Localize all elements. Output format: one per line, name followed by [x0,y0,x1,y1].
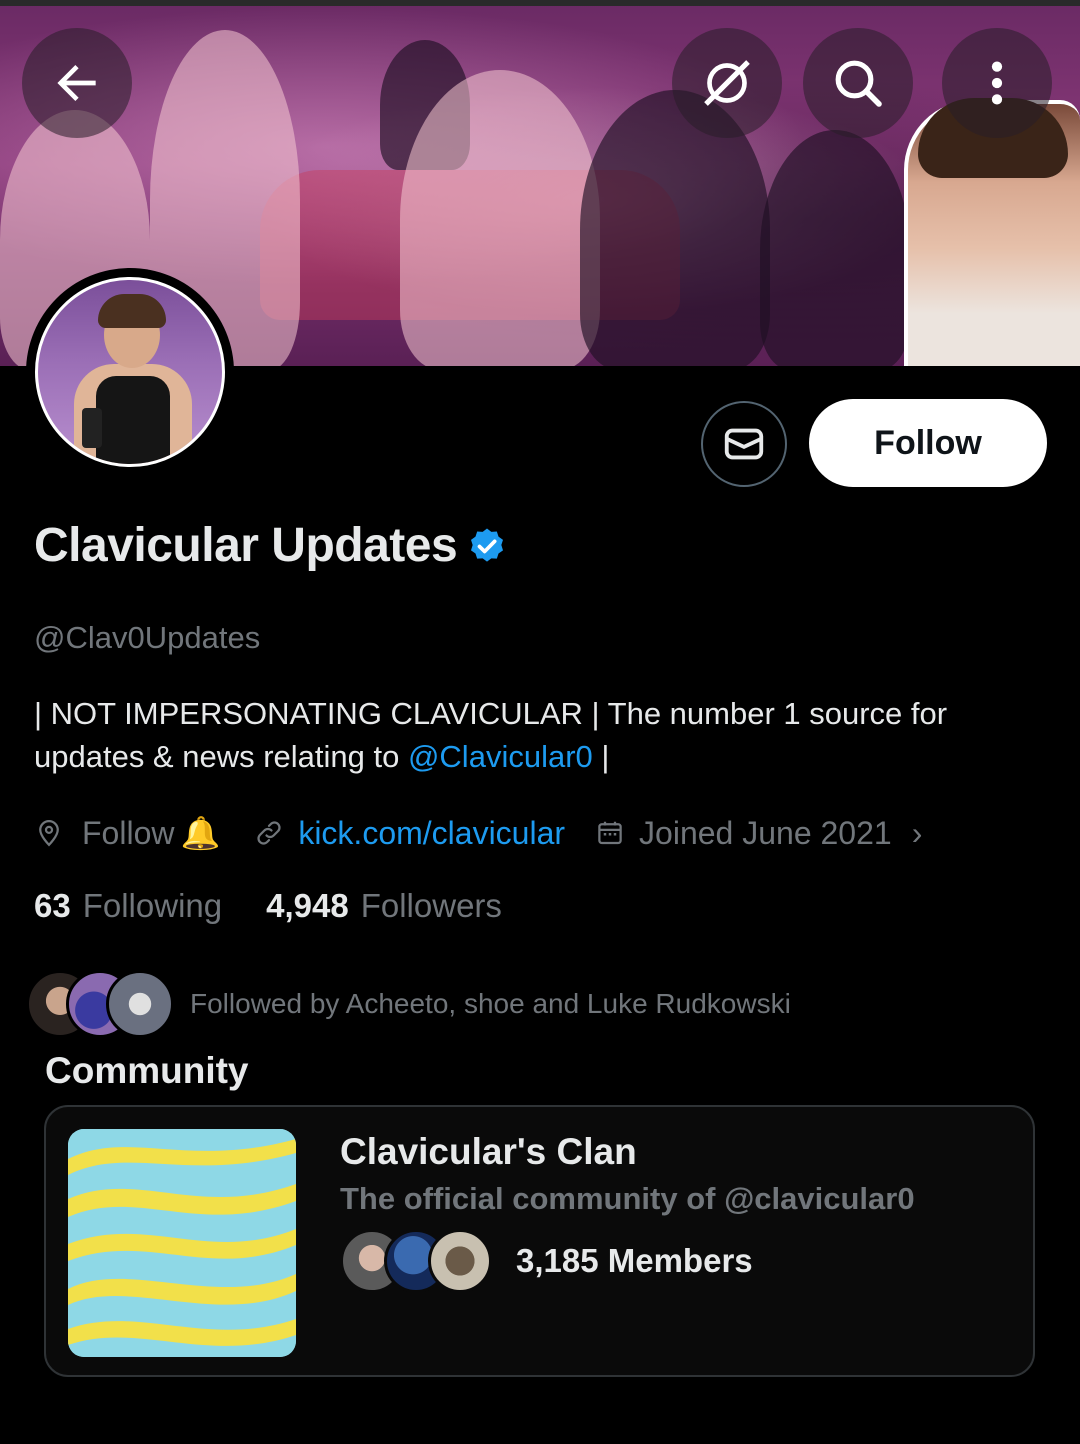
followers-link[interactable]: 4,948 Followers [266,887,502,925]
banner-figure [760,130,910,366]
website-item[interactable]: kick.com/clavicular [254,815,565,852]
location-pin-icon [39,819,59,847]
avatar[interactable] [26,268,234,476]
calendar-icon [598,821,622,845]
community-members-row: 3,185 Members [340,1229,753,1293]
community-member-count: 3,185 Members [516,1242,753,1279]
location-item: Follow 🔔 [34,814,220,852]
banner-figure [400,70,600,366]
avatar-tank-top [96,376,170,464]
followed-by-text: Followed by Acheeto, shoe and Luke Rudko… [190,988,791,1019]
community-description: The official community of @clavicular0 [340,1181,915,1216]
community-card[interactable]: Clavicular's Clan The official community… [44,1105,1035,1377]
search-button[interactable] [803,28,913,138]
following-link[interactable]: 63 Following [34,887,222,925]
avatar-hair [98,294,166,328]
more-vertical-icon [991,61,1003,105]
display-name-row: Clavicular Updates [34,518,507,573]
community-name: Clavicular's Clan [340,1131,637,1172]
avatar-image [35,277,225,467]
follow-stats: 63 Following 4,948 Followers [34,887,502,925]
grok-icon [704,60,750,106]
community-section-title: Community [45,1050,249,1091]
back-button[interactable] [22,28,132,138]
follower-avatar [106,970,174,1038]
follow-button[interactable]: Follow [809,399,1047,487]
bio: | NOT IMPERSONATING CLAVICULAR | The num… [34,692,1044,778]
avatar-phone [82,408,102,448]
following-label: Following [82,887,223,924]
message-button[interactable] [701,401,787,487]
banner-top-strip [0,0,1080,6]
verified-badge-icon[interactable] [467,526,507,566]
search-icon [835,60,882,107]
bell-emoji-icon: 🔔 [180,815,221,851]
link-icon [257,821,281,845]
arrow-left-icon [57,65,96,101]
handle: @Clav0Updates [34,620,261,655]
bio-mention-link[interactable]: @Clavicular0 [408,739,593,774]
profile-page: Follow Clavicular Updates @Clav0Updates … [0,0,1080,1444]
envelope-icon [724,428,764,460]
bio-text-end: | [592,739,610,774]
banner-portrait [904,98,1080,366]
community-image [68,1129,296,1357]
member-avatar [428,1229,492,1293]
display-name: Clavicular Updates [34,519,458,572]
chevron-right-icon: › [911,814,923,851]
website-link[interactable]: kick.com/clavicular [298,815,565,852]
joined-item[interactable]: Joined June 2021 › [595,815,922,852]
grok-button[interactable] [672,28,782,138]
joined-date: Joined June 2021 [639,814,892,851]
profile-meta-row: Follow 🔔 kick.com/clavicular Joined June… [34,812,922,854]
location-text: Follow [82,814,175,851]
community-pattern [68,1129,296,1357]
following-count: 63 [34,887,71,924]
followed-by-row[interactable]: Followed by Acheeto, shoe and Luke Rudko… [26,970,791,1038]
followers-count: 4,948 [266,887,349,924]
followers-label: Followers [360,887,502,924]
more-button[interactable] [942,28,1052,138]
